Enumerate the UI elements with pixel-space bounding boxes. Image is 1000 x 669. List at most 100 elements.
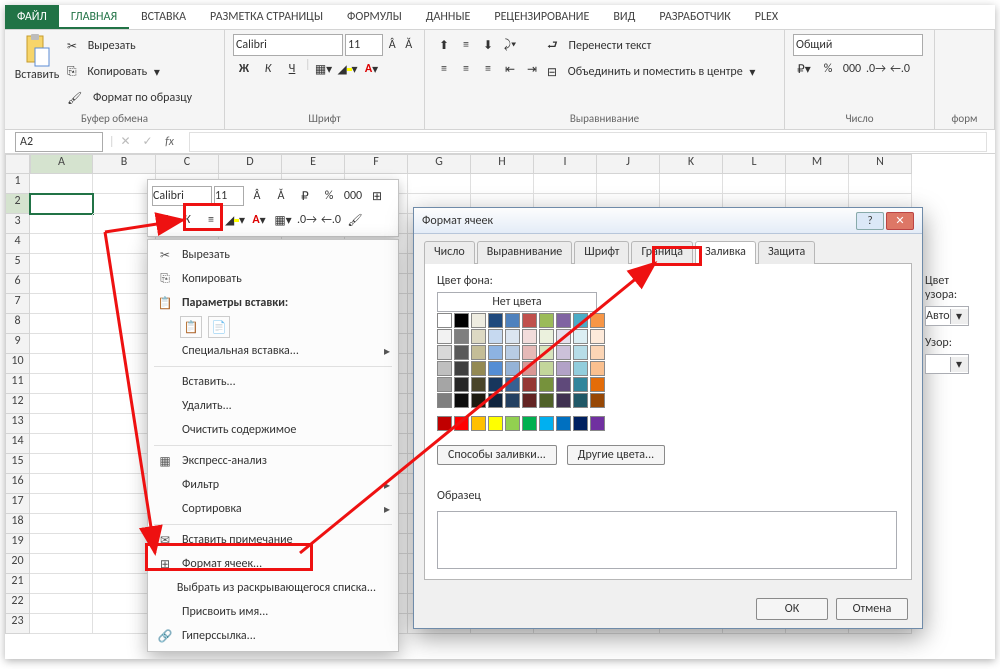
mini-fill-color[interactable]: ◢▾ (224, 209, 246, 231)
color-swatch[interactable] (556, 361, 571, 376)
row-header-23[interactable]: 23 (5, 614, 30, 634)
indent-dec-button[interactable]: ⇤ (499, 58, 521, 80)
color-swatch[interactable] (505, 329, 520, 344)
ctx-pick-from-list[interactable]: Выбрать из раскрывающегося списка... (148, 576, 398, 600)
indent-inc-button[interactable]: ⇥ (521, 58, 543, 80)
color-swatch[interactable] (573, 416, 588, 431)
color-swatch[interactable] (505, 361, 520, 376)
cell[interactable] (30, 314, 93, 334)
tab-data[interactable]: ДАННЫЕ (414, 5, 483, 29)
color-swatch[interactable] (471, 416, 486, 431)
bold-button[interactable]: Ж (233, 58, 255, 80)
mini-font-color[interactable]: A▾ (248, 209, 270, 231)
cut-button[interactable]: ✂ Вырезать (67, 34, 192, 58)
cell[interactable] (786, 174, 849, 194)
dlg-tab-fill[interactable]: Заливка (695, 241, 756, 264)
italic-button[interactable]: К (257, 58, 279, 80)
color-swatch[interactable] (488, 393, 503, 408)
col-header-A[interactable]: A (30, 154, 93, 174)
color-swatch[interactable] (454, 329, 469, 344)
cell[interactable] (30, 194, 93, 214)
color-swatch[interactable] (454, 377, 469, 392)
ctx-delete[interactable]: Удалить... (148, 394, 398, 418)
font-color-button[interactable]: A▾ (361, 58, 383, 80)
mini-currency[interactable]: ₽ (294, 185, 316, 207)
color-swatch[interactable] (522, 377, 537, 392)
col-header-B[interactable]: B (93, 154, 156, 174)
cell[interactable] (30, 214, 93, 234)
cell[interactable] (30, 594, 93, 614)
color-swatch[interactable] (522, 361, 537, 376)
cell[interactable] (30, 294, 93, 314)
pattern-combo[interactable]: ▾ (925, 354, 969, 374)
cancel-button[interactable]: Отмена (836, 598, 908, 620)
cell[interactable] (471, 174, 534, 194)
cell[interactable] (30, 614, 93, 634)
color-swatch[interactable] (556, 393, 571, 408)
tab-plex[interactable]: PLEX (743, 5, 790, 29)
row-header-21[interactable]: 21 (5, 574, 30, 594)
cell[interactable] (30, 274, 93, 294)
dlg-tab-font[interactable]: Шрифт (574, 241, 629, 264)
cell[interactable] (30, 554, 93, 574)
fill-effects-button[interactable]: Способы заливки... (437, 445, 557, 465)
color-swatch[interactable] (437, 345, 452, 360)
col-header-I[interactable]: I (534, 154, 597, 174)
number-format-select[interactable] (793, 34, 923, 56)
color-swatch[interactable] (471, 361, 486, 376)
col-header-H[interactable]: H (471, 154, 534, 174)
cell[interactable] (30, 574, 93, 594)
tab-review[interactable]: РЕЦЕНЗИРОВАНИЕ (482, 5, 601, 29)
color-swatch[interactable] (590, 377, 605, 392)
cell[interactable] (30, 334, 93, 354)
dialog-titlebar[interactable]: Формат ячеек ? ✕ (414, 208, 922, 234)
color-swatch[interactable] (488, 313, 503, 328)
color-swatch[interactable] (488, 345, 503, 360)
mini-dec-font[interactable]: Ǎ (270, 185, 292, 207)
mini-borders[interactable]: ▦▾ (272, 209, 294, 231)
mini-bold[interactable]: Ж (152, 209, 174, 231)
row-header-22[interactable]: 22 (5, 594, 30, 614)
ctx-copy[interactable]: ⎘Копировать (148, 267, 398, 291)
align-mid-button[interactable]: ≡ (455, 34, 477, 56)
color-swatch[interactable] (437, 416, 452, 431)
underline-button[interactable]: Ч (281, 58, 303, 80)
mini-dec-dec[interactable]: ←.0 (320, 209, 342, 231)
ok-button[interactable]: ОК (756, 598, 828, 620)
col-header-N[interactable]: N (849, 154, 912, 174)
cell[interactable] (30, 374, 93, 394)
color-swatch[interactable] (471, 345, 486, 360)
color-swatch[interactable] (539, 377, 554, 392)
decrease-font-button[interactable]: Ǎ (402, 34, 417, 56)
color-swatch[interactable] (573, 377, 588, 392)
cell[interactable] (30, 394, 93, 414)
color-swatch[interactable] (437, 329, 452, 344)
color-swatch[interactable] (539, 345, 554, 360)
cell[interactable] (30, 414, 93, 434)
dlg-tab-align[interactable]: Выравнивание (477, 241, 573, 264)
align-center-button[interactable]: ≡ (455, 58, 477, 80)
ctx-clear[interactable]: Очистить содержимое (148, 418, 398, 442)
align-left-button[interactable]: ≡ (433, 58, 455, 80)
cell[interactable] (30, 254, 93, 274)
row-header-13[interactable]: 13 (5, 414, 30, 434)
color-swatch[interactable] (437, 377, 452, 392)
tab-view[interactable]: ВИД (601, 5, 647, 29)
help-button[interactable]: ? (856, 212, 884, 230)
color-swatch[interactable] (573, 361, 588, 376)
inc-decimal-button[interactable]: .0→ (865, 58, 887, 80)
col-header-C[interactable]: C (156, 154, 219, 174)
cell[interactable] (597, 174, 660, 194)
tab-insert[interactable]: ВСТАВКА (129, 5, 198, 29)
cell[interactable] (30, 354, 93, 374)
cell[interactable] (408, 174, 471, 194)
paste-option-all-icon[interactable]: 📋 (180, 316, 202, 338)
col-header-L[interactable]: L (723, 154, 786, 174)
align-bot-button[interactable]: ⬇ (477, 34, 499, 56)
merge-center-button[interactable]: ⊟ Объединить и поместить в центре ▾ (547, 60, 755, 84)
col-header-E[interactable]: E (282, 154, 345, 174)
row-header-4[interactable]: 4 (5, 234, 30, 254)
formula-input[interactable] (189, 132, 987, 152)
row-header-11[interactable]: 11 (5, 374, 30, 394)
color-swatch[interactable] (437, 393, 452, 408)
